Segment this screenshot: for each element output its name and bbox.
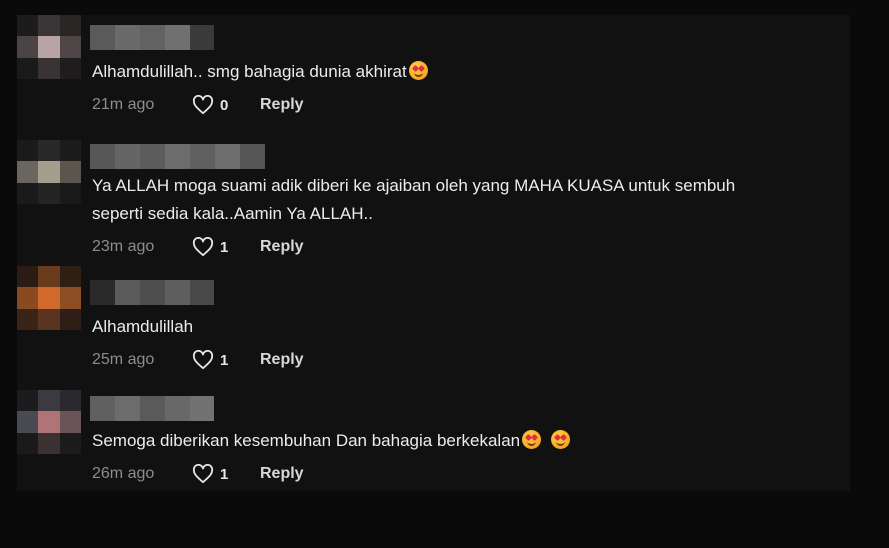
- comment-text: Semoga diberikan kesembuhan Dan bahagia …: [92, 427, 571, 455]
- like-count: 0: [220, 96, 229, 114]
- avatar[interactable]: [17, 266, 81, 330]
- like-count: 1: [220, 351, 229, 369]
- reply-button[interactable]: Reply: [260, 351, 304, 369]
- comment-meta: 25m ago 1 Reply: [92, 349, 304, 371]
- heart-icon: [192, 95, 214, 115]
- comments-panel: Alhamdulillah.. smg bahagia dunia akhira…: [17, 15, 850, 491]
- like-count: 1: [220, 238, 229, 256]
- comment-text-line: seperti sedia kala..Aamin Ya ALLAH..: [92, 204, 373, 223]
- like-button[interactable]: 1: [192, 237, 260, 257]
- comment-meta: 21m ago 0 Reply: [92, 94, 304, 116]
- username-blurred[interactable]: [90, 396, 214, 421]
- comment-time: 26m ago: [92, 465, 155, 482]
- comment-text-body: Alhamdulillah: [92, 317, 194, 336]
- comment-meta: 26m ago 1 Reply: [92, 463, 304, 485]
- like-count: 1: [220, 465, 229, 483]
- comment-time: 25m ago: [92, 351, 155, 368]
- comment-text-body: Alhamdulillah.. smg bahagia dunia akhira…: [92, 62, 407, 81]
- comment-text: Alhamdulillah.. smg bahagia dunia akhira…: [92, 58, 428, 86]
- smiling-face-with-heart-eyes-icon: [408, 61, 428, 80]
- reply-button[interactable]: Reply: [260, 96, 304, 114]
- smiling-face-with-heart-eyes-icon: [551, 430, 571, 449]
- avatar[interactable]: [17, 140, 81, 204]
- avatar[interactable]: [17, 15, 81, 79]
- comment-time: 23m ago: [92, 238, 155, 255]
- heart-icon: [192, 237, 214, 257]
- like-button[interactable]: 1: [192, 464, 260, 484]
- username-blurred[interactable]: [90, 144, 265, 169]
- heart-icon: [192, 350, 214, 370]
- username-blurred[interactable]: [90, 280, 214, 305]
- comment-text-body: Semoga diberikan kesembuhan Dan bahagia …: [92, 431, 521, 450]
- comment-text-line: Ya ALLAH moga suami adik diberi ke ajaib…: [92, 176, 736, 195]
- smiling-face-with-heart-eyes-icon: [522, 430, 542, 449]
- heart-icon: [192, 464, 214, 484]
- like-button[interactable]: 1: [192, 350, 260, 370]
- comment-time: 21m ago: [92, 96, 155, 113]
- comment-text: Alhamdulillah: [92, 313, 193, 341]
- like-button[interactable]: 0: [192, 95, 260, 115]
- comment-meta: 23m ago 1 Reply: [92, 236, 304, 258]
- reply-button[interactable]: Reply: [260, 238, 304, 256]
- reply-button[interactable]: Reply: [260, 465, 304, 483]
- comment-text: Ya ALLAH moga suami adik diberi ke ajaib…: [92, 172, 735, 228]
- avatar[interactable]: [17, 390, 81, 454]
- username-blurred[interactable]: [90, 25, 214, 50]
